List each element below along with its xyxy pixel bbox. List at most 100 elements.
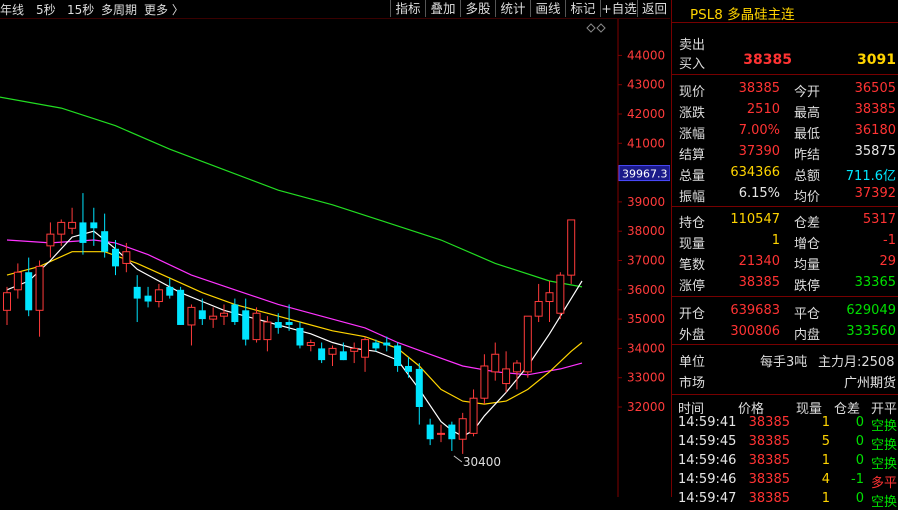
candle-body [469, 397, 478, 434]
candle [318, 342, 326, 364]
candle [350, 342, 359, 364]
stat-label: 现价 [679, 85, 706, 100]
tick-time: 14:59:46 [678, 472, 737, 487]
candle-body [306, 342, 315, 346]
candle-body [567, 219, 576, 276]
candle [523, 315, 532, 378]
stats-button[interactable]: 统计 [495, 0, 530, 17]
stat-label: 涨幅 [679, 127, 706, 142]
tick-time: 14:59:47 [678, 491, 737, 506]
kline-chart-svg[interactable]: 4400043000420004100040000390003800037000… [0, 19, 670, 497]
candle-body [328, 347, 337, 355]
tick-qty: 1 [821, 453, 830, 468]
add-favorite-button[interactable]: +自选 [600, 0, 637, 17]
stat-label: 跌停 [794, 279, 821, 294]
indicator-button[interactable]: 指标 [390, 0, 425, 17]
tick-type: 空换 [871, 438, 898, 453]
stat-value: 110547 [730, 212, 780, 227]
stat-label: 笔数 [679, 258, 706, 273]
stat-label: 结算 [679, 148, 706, 163]
candle-body [3, 292, 11, 311]
candle [112, 239, 119, 276]
stat-label: 昨结 [794, 148, 821, 163]
stat-value: 36505 [854, 81, 896, 96]
candle [220, 304, 228, 325]
stat-label: 仓差 [794, 216, 821, 231]
stat-value: 38385 [738, 81, 780, 96]
instrument-title: PSL8 多晶硅主连 [690, 7, 795, 23]
tick-oi-change: 0 [855, 491, 864, 506]
candle-body [502, 368, 511, 385]
stat-label: 今开 [794, 85, 821, 100]
stat-value: 33365 [854, 275, 896, 290]
stat-value: 38385 [738, 275, 780, 290]
candle-body [448, 424, 456, 440]
collapse-icon[interactable] [586, 23, 606, 33]
back-button[interactable]: 返回 [637, 0, 671, 17]
quote-panel: PSL8 多晶硅主连 卖出 买入 38385 3091 现价 38385 今开 365… [671, 0, 898, 510]
candle [491, 342, 500, 381]
buy-volume: 3091 [857, 52, 896, 68]
candle-body [166, 286, 174, 296]
tick-oi-change: -1 [851, 472, 864, 487]
stat-value: 629049 [846, 303, 896, 318]
overlay-button[interactable]: 叠加 [425, 0, 460, 17]
stat-value: 300806 [730, 324, 780, 339]
candle [534, 283, 543, 323]
candle [426, 418, 434, 446]
stat-value: 37392 [854, 186, 896, 201]
candle-body [263, 321, 272, 341]
y-tick-label: 41000 [627, 136, 665, 150]
stat-value: 639683 [730, 303, 780, 318]
stat-value: 711.6亿 [845, 169, 896, 184]
market-label: 市场 [679, 376, 706, 391]
candle-body [545, 292, 554, 303]
y-tick-label: 32000 [627, 400, 665, 414]
candle-body [154, 289, 163, 303]
y-tick-label: 42000 [627, 107, 665, 121]
y-tick-label: 35000 [627, 312, 665, 326]
period-5s[interactable]: 5秒 [36, 1, 56, 18]
stat-label: 涨停 [679, 279, 706, 294]
candle-body [57, 221, 66, 235]
candle [361, 336, 370, 372]
tick-price: 38385 [748, 472, 790, 487]
buy-label: 买入 [679, 57, 706, 72]
current-price-label: 39967.3 [622, 168, 668, 181]
candle [209, 307, 218, 328]
tick-price: 38385 [748, 453, 790, 468]
tick-oi-change: 0 [855, 415, 864, 430]
divider [672, 344, 898, 345]
market-value: 广州期货 [843, 376, 896, 391]
candle-body [437, 432, 445, 435]
candle-body [242, 310, 250, 340]
stat-value: -1 [883, 233, 896, 248]
stat-label: 涨跌 [679, 106, 706, 121]
divider [672, 394, 898, 395]
candle [79, 193, 87, 255]
period-multi[interactable]: 多周期 [101, 1, 137, 18]
stat-value: 634366 [730, 165, 780, 180]
candle-body [491, 353, 500, 373]
candle-body [101, 231, 109, 252]
candle [187, 304, 196, 346]
candle-body [198, 310, 206, 320]
period-year[interactable]: 年线 [0, 1, 24, 18]
candle-body [79, 222, 87, 243]
multi-stock-button[interactable]: 多股 [460, 0, 495, 17]
candle [3, 286, 11, 325]
y-tick-label: 34000 [627, 341, 665, 355]
period-15s[interactable]: 15秒 [67, 1, 94, 18]
tick-time: 14:59:46 [678, 453, 737, 468]
period-more[interactable]: 更多 〉 [144, 1, 184, 18]
candle [144, 286, 152, 308]
candle [502, 351, 511, 393]
stat-value: 2510 [746, 102, 780, 117]
tick-oi-change: 0 [855, 453, 864, 468]
candle-body [46, 233, 55, 247]
stat-value: 36180 [854, 123, 896, 138]
candle-body [426, 424, 434, 440]
kline-chart[interactable]: 4400043000420004100040000390003800037000… [0, 19, 670, 497]
draw-line-button[interactable]: 画线 [530, 0, 565, 17]
mark-button[interactable]: 标记 [565, 0, 600, 17]
